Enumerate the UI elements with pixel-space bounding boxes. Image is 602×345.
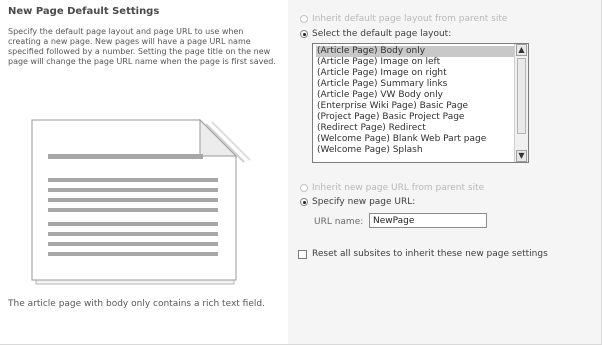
url-name-label: URL name: bbox=[314, 217, 364, 227]
layout-option[interactable]: (Welcome Page) Splash bbox=[316, 145, 514, 156]
layout-option[interactable]: (Project Page) Basic Project Page bbox=[316, 112, 514, 123]
select-layout-label: Select the default page layout: bbox=[312, 29, 452, 39]
select-layout-radio[interactable] bbox=[300, 30, 308, 38]
layout-option[interactable]: (Redirect Page) Redirect bbox=[316, 123, 514, 134]
reset-subsites-label: Reset all subsites to inherit these new … bbox=[312, 249, 548, 259]
layout-option[interactable]: (Article Page) Image on right bbox=[316, 68, 514, 79]
preview-description: The article page with body only contains… bbox=[8, 299, 265, 309]
layout-option[interactable]: (Article Page) VW Body only bbox=[316, 90, 514, 101]
page-layout-options: (Article Page) Body only (Article Page) I… bbox=[316, 46, 514, 156]
scroll-thumb[interactable] bbox=[517, 58, 526, 134]
select-layout-option[interactable]: Select the default page layout: bbox=[300, 29, 451, 39]
layout-option[interactable]: (Article Page) Summary links bbox=[316, 79, 514, 90]
inherit-layout-option[interactable]: Inherit default page layout from parent … bbox=[300, 14, 507, 24]
inherit-url-label: Inherit new page URL from parent site bbox=[312, 183, 485, 193]
specify-url-radio[interactable] bbox=[300, 198, 308, 206]
inherit-layout-radio[interactable] bbox=[300, 15, 308, 23]
page-layout-listbox[interactable]: (Article Page) Body only (Article Page) I… bbox=[312, 43, 529, 163]
scroll-down-icon[interactable]: ▼ bbox=[516, 150, 527, 162]
layout-option[interactable]: (Welcome Page) Blank Web Part page bbox=[316, 134, 514, 145]
layout-option[interactable]: (Article Page) Body only bbox=[316, 46, 514, 57]
inherit-url-radio[interactable] bbox=[300, 184, 308, 192]
inherit-layout-label: Inherit default page layout from parent … bbox=[312, 14, 508, 24]
section-description: Specify the default page layout and page… bbox=[8, 27, 276, 66]
specify-url-option[interactable]: Specify new page URL: bbox=[300, 197, 415, 207]
reset-subsites-checkbox[interactable] bbox=[298, 250, 307, 259]
scroll-up-icon[interactable]: ▲ bbox=[516, 44, 527, 56]
page-layout-preview-icon bbox=[31, 118, 251, 285]
inherit-url-option[interactable]: Inherit new page URL from parent site bbox=[300, 183, 484, 193]
layout-option[interactable]: (Enterprise Wiki Page) Basic Page bbox=[316, 101, 514, 112]
layout-option[interactable]: (Article Page) Image on left bbox=[316, 57, 514, 68]
section-title: New Page Default Settings bbox=[8, 6, 160, 17]
url-name-input[interactable] bbox=[369, 213, 487, 228]
specify-url-label: Specify new page URL: bbox=[312, 197, 416, 207]
left-panel: New Page Default Settings Specify the de… bbox=[0, 0, 288, 344]
listbox-scrollbar[interactable]: ▲ ▼ bbox=[514, 44, 528, 162]
